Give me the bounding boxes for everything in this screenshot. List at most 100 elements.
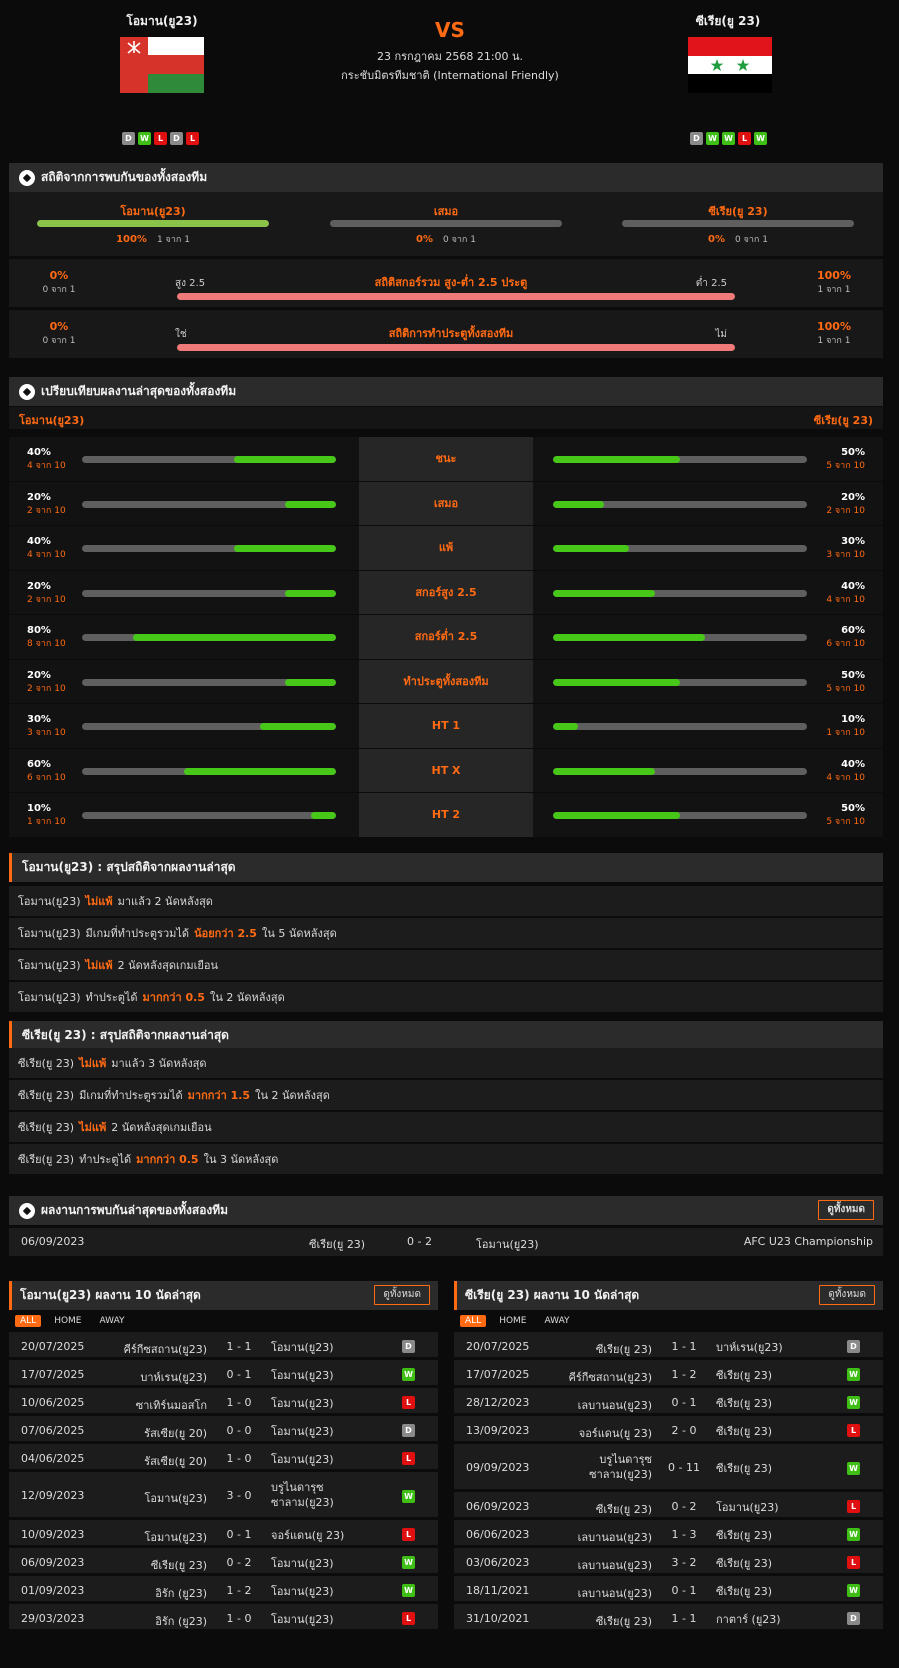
- match-row[interactable]: 13/09/2023 จอร์แดน(ยู 23) 2 - 0 ซีเรีย(ยู 2…: [454, 1416, 883, 1444]
- match-score: 0 - 1: [671, 1584, 697, 1597]
- match-row[interactable]: 10/09/2023 โอมาน(ยู23) 0 - 1 จอร์แดน(ยู 23)…: [9, 1520, 438, 1548]
- tab-away[interactable]: AWAY: [95, 1315, 130, 1327]
- result-badge: W: [847, 1462, 860, 1475]
- summary-row: โอมาน(ยู23) ทำประตูได้ มากกว่า 0.5 ใน 2 นัด…: [9, 982, 883, 1012]
- compare-row: 30% 3 จาก 10 HT 1 10% 1 จาก 10: [9, 704, 883, 749]
- tab-all[interactable]: ALL: [460, 1315, 487, 1327]
- match-score: 3 - 2: [671, 1556, 697, 1569]
- away-stat-bar: [553, 678, 807, 686]
- match-row[interactable]: 06/09/2023 ซีเรีย(ยู 23) 0 - 2 โอมาน(ยู23) W: [9, 1548, 438, 1576]
- match-competition: กระชับมิตรทีมชาติ (International Friendl…: [341, 69, 559, 82]
- match-row[interactable]: 31/10/2021 ซีเรีย(ยู 23) 1 - 1 กาตาร์ (ยู23…: [454, 1604, 883, 1632]
- tab-all[interactable]: ALL: [15, 1315, 42, 1327]
- home-stat-bar: [82, 545, 336, 552]
- home-stat-bar: [82, 723, 336, 730]
- home-see-all-button[interactable]: ดูทั้งหมด: [374, 1285, 430, 1305]
- away-summary-title: ซีเรีย(ยู 23) : สรุปสถิติจากผลงานล่าสุด: [9, 1021, 883, 1050]
- match-date: 18/11/2021: [466, 1584, 530, 1597]
- soccer-ball-icon: [19, 1202, 35, 1219]
- match-home: คีร์กีซสถาน(ยู23): [123, 1343, 208, 1356]
- match-row[interactable]: 09/09/2023 บรูไนดารุซ ซาลาม(ยู23) 0 - 11 ซี…: [454, 1444, 883, 1492]
- match-row[interactable]: 06/09/2023 ซีเรีย(ยู 23) 0 - 2 โอมาน(ยู23) L: [454, 1492, 883, 1520]
- match-date: 20/07/2025: [466, 1340, 530, 1353]
- result-badge: W: [402, 1556, 415, 1569]
- summary-team: โอมาน(ยู23): [18, 959, 81, 972]
- summary-row: ซีเรีย(ยู 23) มีเกมที่ทำประตูรวมได้ มากกว่…: [9, 1080, 883, 1110]
- h2h-matches-title: ผลงานการพบกันล่าสุดของทั้งสองทีม ดูทั้งห…: [9, 1196, 883, 1225]
- match-home: อิรัก (ยู23): [155, 1615, 207, 1628]
- away-see-all-button[interactable]: ดูทั้งหมด: [819, 1285, 875, 1305]
- match-away: ซีเรีย(ยู 23): [716, 1529, 773, 1542]
- match-row[interactable]: 01/09/2023 อิรัก (ยู23) 1 - 2 โอมาน(ยู23) W: [9, 1576, 438, 1604]
- compare-label: สกอร์ต่ำ 2.5: [359, 615, 533, 659]
- match-row[interactable]: 20/07/2025 ซีเรีย(ยู 23) 1 - 1 บาห์เรน(ยู23…: [454, 1332, 883, 1360]
- match-home: โอมาน(ยู23): [144, 1492, 208, 1505]
- compare-row: 60% 6 จาก 10 HT X 40% 4 จาก 10: [9, 748, 883, 793]
- match-row[interactable]: 17/07/2025 คีร์กีซสถาน(ยู23) 1 - 2 ซีเรีย(ย…: [454, 1360, 883, 1388]
- away-team-name[interactable]: ซีเรีย(ยู 23): [648, 12, 808, 31]
- match-row[interactable]: 28/12/2023 เลบานอน(ยู23) 0 - 1 ซีเรีย(ยู 23…: [454, 1388, 883, 1416]
- match-row[interactable]: 17/07/2025 บาห์เรน(ยู23) 0 - 1 โอมาน(ยู23) W: [9, 1360, 438, 1388]
- match-date: 20/07/2025: [21, 1340, 85, 1353]
- form-badge: W: [706, 132, 719, 145]
- result-badge: L: [402, 1452, 415, 1465]
- tab-away[interactable]: AWAY: [540, 1315, 575, 1327]
- match-row[interactable]: 07/06/2025 รัสเซีย(ยู 20) 0 - 0 โอมาน(ยู23)…: [9, 1416, 438, 1444]
- summary-team: ซีเรีย(ยู 23): [18, 1089, 75, 1102]
- home-stat-bar: [82, 812, 336, 819]
- match-row[interactable]: 12/09/2023 โอมาน(ยู23) 3 - 0 บรูไนดารุซ ซาล…: [9, 1472, 438, 1520]
- match-away: บาห์เรน(ยู23): [716, 1341, 783, 1354]
- match-row[interactable]: 04/06/2025 รัสเซีย(ยู 20) 1 - 0 โอมาน(ยู23)…: [9, 1444, 438, 1472]
- summary-highlight: มากกว่า 0.5: [142, 991, 205, 1004]
- match-home: เลบานอน(ยู23): [577, 1531, 652, 1544]
- summary-row: โอมาน(ยู23) มีเกมที่ทำประตูรวมได้ น้อยกว่า…: [9, 918, 883, 948]
- summary-highlight: น้อยกว่า 2.5: [194, 927, 257, 940]
- form-badge: W: [722, 132, 735, 145]
- match-away: โอมาน(ยู23): [271, 1369, 334, 1382]
- result-badge: D: [847, 1340, 860, 1353]
- btts-stat: 0% 0 จาก 1 ใช่ สถิติการทำประตูทั้งสองทีม …: [9, 310, 883, 358]
- match-date: 06/09/2023: [466, 1500, 530, 1513]
- h2h-see-all-button[interactable]: ดูทั้งหมด: [818, 1200, 874, 1220]
- match-date: 12/09/2023: [21, 1489, 85, 1502]
- home-team-name[interactable]: โอมาน(ยู23): [82, 12, 242, 31]
- tab-home[interactable]: HOME: [494, 1315, 531, 1327]
- match-row[interactable]: 20/07/2025 คีร์กีซสถาน(ยู23) 1 - 1 โอมาน(ยู…: [9, 1332, 438, 1360]
- match-score: 1 - 1: [671, 1340, 697, 1353]
- summary-row: โอมาน(ยู23) ไม่แพ้ มาแล้ว 2 นัดหลังสุด: [9, 886, 883, 916]
- match-row[interactable]: 18/11/2021 เลบานอน(ยู23) 0 - 1 ซีเรีย(ยู 23…: [454, 1576, 883, 1604]
- home-summary-title: โอมาน(ยู23) : สรุปสถิติจากผลงานล่าสุด: [9, 853, 883, 882]
- match-score: 1 - 1: [226, 1340, 252, 1353]
- compare-label: สกอร์สูง 2.5: [359, 570, 533, 614]
- match-score: 1 - 0: [226, 1452, 252, 1465]
- summary-team: โอมาน(ยู23): [18, 991, 81, 1004]
- home-stat-bar: [82, 589, 336, 597]
- summary-highlight: มากกว่า 0.5: [136, 1153, 199, 1166]
- match-away: ซีเรีย(ยู 23): [716, 1397, 773, 1410]
- result-badge: L: [402, 1612, 415, 1625]
- result-badge: D: [847, 1612, 860, 1625]
- compare-title: เปรียบเทียบผลงานล่าสุดของทั้งสองทีม: [9, 377, 883, 406]
- match-score: 1 - 1: [671, 1612, 697, 1625]
- result-badge: L: [402, 1528, 415, 1541]
- match-row[interactable]: 03/06/2023 เลบานอน(ยู23) 3 - 2 ซีเรีย(ยู 23…: [454, 1548, 883, 1576]
- result-badge: L: [402, 1396, 415, 1409]
- away-stat-bar: [553, 723, 807, 730]
- summary-highlight: ไม่แพ้: [79, 1121, 107, 1134]
- match-row[interactable]: 29/03/2023 อิรัก (ยู23) 1 - 0 โอมาน(ยู23) L: [9, 1604, 438, 1632]
- match-home: รัสเซีย(ยู 20): [144, 1455, 207, 1468]
- form-badge: L: [186, 132, 199, 145]
- match-date: 13/09/2023: [466, 1424, 530, 1437]
- match-date: 29/03/2023: [21, 1612, 85, 1625]
- result-badge: D: [402, 1424, 415, 1437]
- h2h-match-row[interactable]: 06/09/2023 ซีเรีย(ยู 23) 0 - 2 โอมาน(ยู2…: [9, 1228, 883, 1256]
- match-home: ซีเรีย(ยู 23): [595, 1503, 652, 1516]
- home-stat-bar: [82, 456, 336, 463]
- match-row[interactable]: 10/06/2025 ซาเทิร์นมอสโก 1 - 0 โอมาน(ยู23) L: [9, 1388, 438, 1416]
- summary-team: ซีเรีย(ยู 23): [18, 1121, 75, 1134]
- match-away: โอมาน(ยู23): [271, 1613, 334, 1626]
- tab-home[interactable]: HOME: [49, 1315, 86, 1327]
- match-row[interactable]: 06/06/2023 เลบานอน(ยู23) 1 - 3 ซีเรีย(ยู 23…: [454, 1520, 883, 1548]
- away-last10-title: ซีเรีย(ยู 23) ผลงาน 10 นัดล่าสุด ดูทั้งห…: [454, 1281, 883, 1310]
- match-date: 04/06/2025: [21, 1452, 85, 1465]
